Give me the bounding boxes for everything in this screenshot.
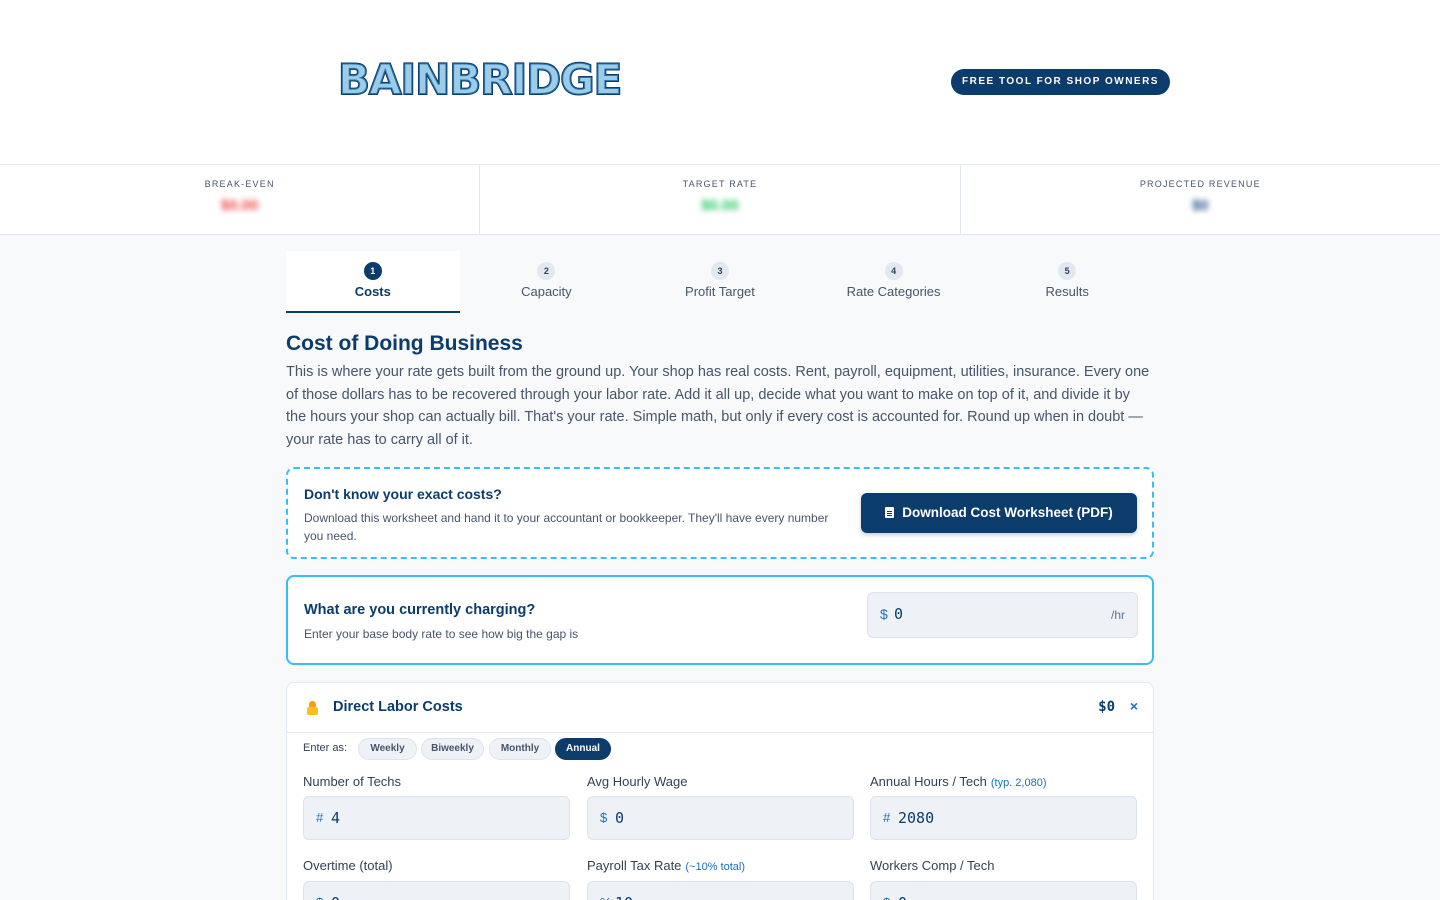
step-label: Profit Target (685, 284, 755, 299)
percent-prefix: % (600, 895, 612, 900)
field-label: Avg Hourly Wage (587, 774, 688, 789)
annual-hours-input[interactable]: # 2080 (870, 796, 1137, 840)
current-rate-title: What are you currently charging? (304, 602, 536, 618)
per-hour-suffix: /hr (1110, 608, 1125, 622)
direct-labor-header[interactable]: Direct Labor Costs $0 × (287, 683, 1153, 733)
field-value: 0 (331, 894, 340, 900)
field-value: 0 (615, 809, 625, 827)
enter-as-label: Enter as: (303, 742, 348, 754)
step-tabs: 1 Costs 2 Capacity 3 Profit Target 4 Rat… (286, 251, 1154, 313)
payroll-tax-rate-input[interactable]: % 10 (587, 881, 854, 900)
tab-rate-categories[interactable]: 4 Rate Categories (807, 251, 981, 313)
summary-label: BREAK-EVEN (204, 179, 275, 189)
field-label: Payroll Tax Rate (~10% total) (587, 858, 746, 873)
field-value: 0 (898, 894, 907, 900)
field-label: Workers Comp / Tech (870, 858, 995, 873)
rate-summary-bar: BREAK-EVEN $0.00 TARGET RATE $0.00 PROJE… (0, 164, 1440, 235)
summary-projected-revenue: PROJECTED REVENUE $0 (959, 165, 1440, 234)
overtime-input[interactable]: $ 0 (303, 881, 570, 900)
field-value: 2080 (898, 809, 935, 827)
dollar-prefix: $ (883, 895, 890, 900)
bainbridge-logo[interactable]: BAINBRIDGE BAINBRIDGE (337, 55, 648, 104)
workers-comp-input[interactable]: $ 0 (870, 881, 1137, 900)
field-label: Overtime (total) (303, 858, 393, 873)
step-number: 5 (1058, 262, 1077, 280)
field-label: Number of Techs (303, 774, 402, 789)
document-icon (885, 507, 895, 518)
summary-value: $0.00 (701, 197, 739, 214)
direct-labor-title: Direct Labor Costs (333, 699, 463, 715)
step-number: 4 (884, 262, 903, 280)
step-number: 2 (537, 262, 556, 280)
worksheet-callout: Don't know your exact costs? Download th… (286, 467, 1154, 559)
worksheet-title: Don't know your exact costs? (304, 486, 502, 502)
step-number: 3 (710, 262, 729, 280)
worksheet-description: Download this worksheet and hand it to y… (304, 511, 829, 543)
current-rate-value: 0 (894, 605, 904, 623)
intro-text: This is where your rate gets built from … (286, 364, 1150, 448)
frequency-weekly[interactable]: Weekly (358, 738, 417, 760)
frequency-biweekly[interactable]: Biweekly (421, 738, 484, 760)
direct-labor-total: $0 (1098, 699, 1115, 715)
step-number: 1 (363, 262, 382, 280)
dollar-prefix: $ (600, 810, 608, 825)
free-tool-badge: FREE TOOL FOR SHOP OWNERS (951, 69, 1170, 95)
summary-value: $0 (1191, 197, 1209, 214)
avg-hourly-wage-input[interactable]: $ 0 (587, 796, 854, 840)
field-hint: (typ. 2,080) (990, 777, 1047, 789)
field-value: 4 (331, 809, 341, 827)
current-rate-description: Enter your base body rate to see how big… (304, 627, 579, 641)
step-label: Rate Categories (846, 284, 941, 299)
step-label: Results (1045, 284, 1089, 299)
summary-label: PROJECTED REVENUE (1139, 179, 1261, 189)
current-rate-card: What are you currently charging? Enter y… (286, 575, 1154, 665)
download-worksheet-button[interactable]: Download Cost Worksheet (PDF) (861, 493, 1137, 533)
site-header: BAINBRIDGE BAINBRIDGE FREE TOOL FOR SHOP… (0, 0, 1440, 164)
summary-label: TARGET RATE (682, 179, 758, 189)
page-title: Cost of Doing Business (286, 332, 523, 355)
summary-value: $0.00 (220, 197, 259, 214)
step-label: Capacity (521, 284, 572, 299)
hash-prefix: # (883, 810, 891, 825)
frequency-monthly[interactable]: Monthly (489, 738, 551, 760)
close-icon[interactable]: × (1130, 698, 1138, 714)
summary-break-even: BREAK-EVEN $0.00 (0, 165, 479, 234)
number-of-techs-input[interactable]: # 4 (303, 796, 570, 840)
field-value: 10 (615, 894, 633, 900)
dollar-prefix: $ (880, 606, 888, 622)
tab-capacity[interactable]: 2 Capacity (460, 251, 634, 313)
summary-target-rate: TARGET RATE $0.00 (479, 165, 959, 234)
hash-prefix: # (316, 810, 324, 825)
field-hint: (~10% total) (685, 861, 746, 873)
step-label: Costs (354, 284, 391, 299)
worker-icon (306, 701, 318, 715)
dollar-prefix: $ (316, 895, 323, 900)
direct-labor-card: Direct Labor Costs $0 × Enter as: Weekly… (286, 682, 1154, 900)
download-worksheet-label: Download Cost Worksheet (PDF) (902, 505, 1113, 520)
frequency-annual[interactable]: Annual (555, 738, 611, 760)
tab-costs[interactable]: 1 Costs (286, 251, 460, 313)
tab-results[interactable]: 5 Results (980, 251, 1154, 313)
logo-text-fill: BAINBRIDGE (338, 55, 622, 104)
tab-profit-target[interactable]: 3 Profit Target (633, 251, 807, 313)
field-label: Annual Hours / Tech (typ. 2,080) (870, 774, 1047, 789)
current-rate-input[interactable]: $ 0 /hr (867, 592, 1138, 638)
